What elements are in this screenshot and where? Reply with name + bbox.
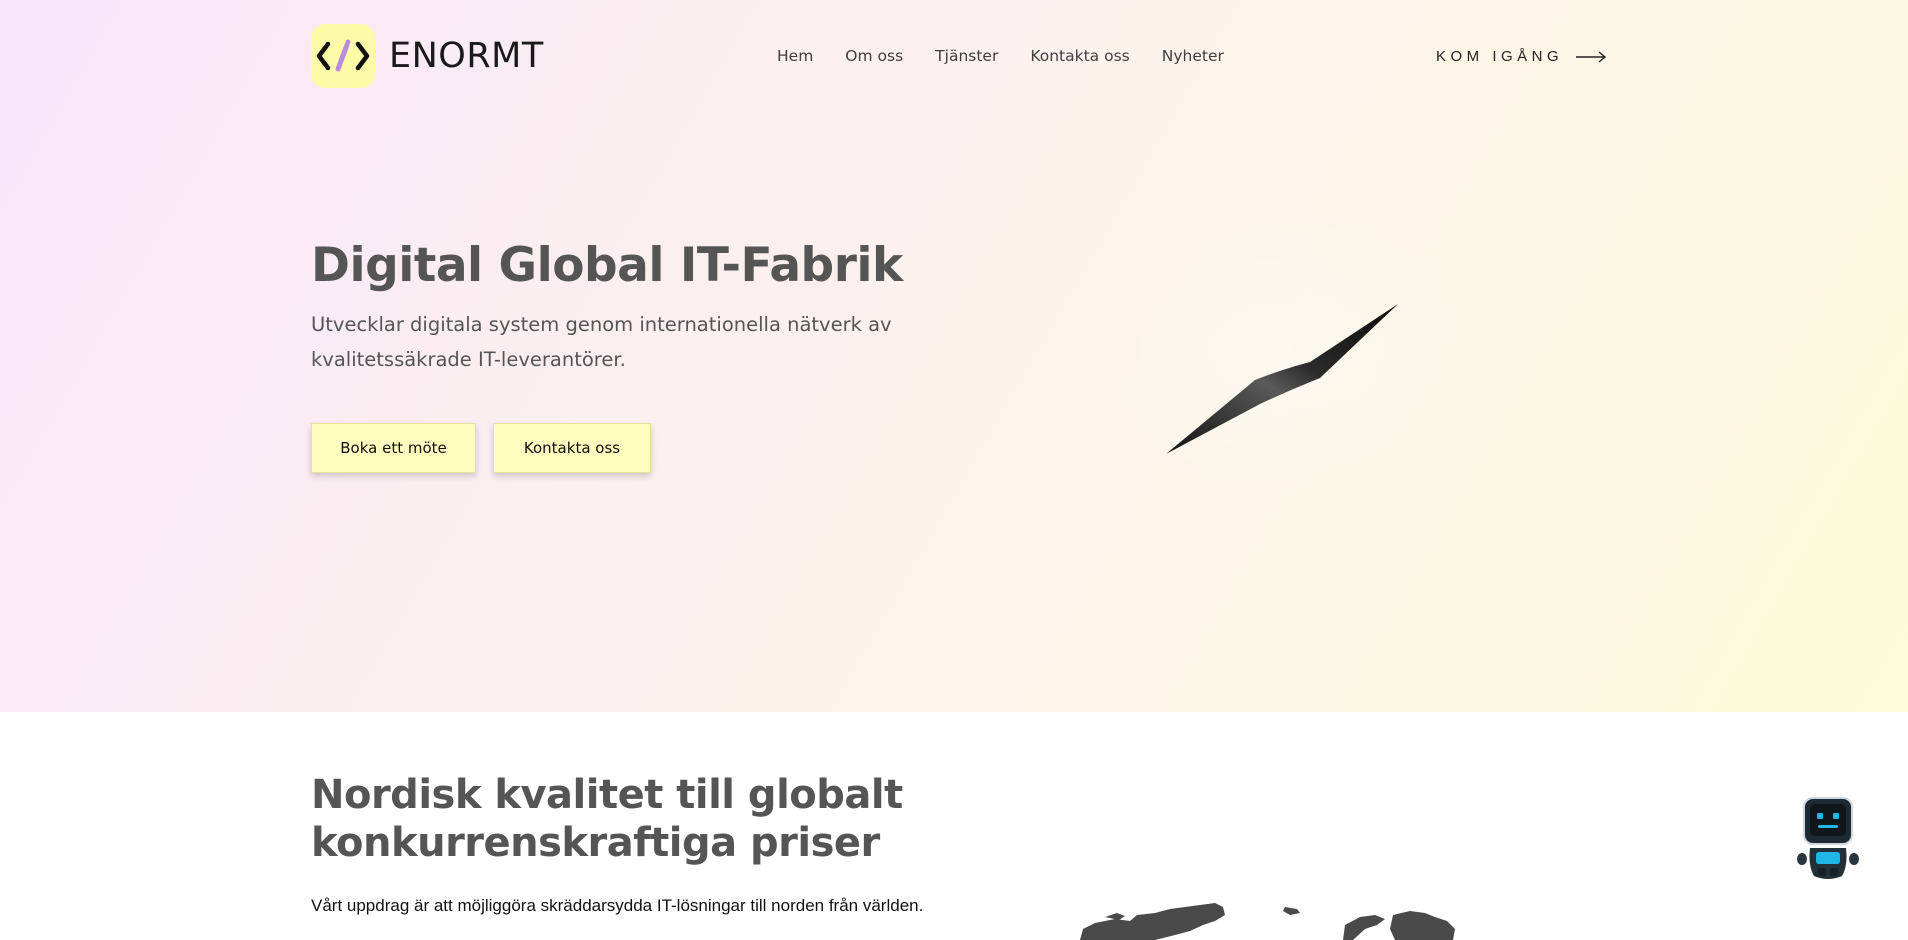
book-meeting-button[interactable]: Boka ett möte	[311, 423, 476, 473]
nav-item-tjanster[interactable]: Tjänster	[935, 47, 998, 65]
brand-name: ENORMT	[389, 36, 544, 76]
world-map	[1080, 903, 1455, 940]
hero-section: ENORMT Hem Om oss Tjänster Kontakta oss …	[0, 0, 1908, 712]
nav-item-hem[interactable]: Hem	[777, 47, 813, 65]
nav-item-kontakta-oss[interactable]: Kontakta oss	[1030, 47, 1129, 65]
hero-subtitle: Utvecklar digitala system genom internat…	[311, 313, 892, 371]
code-pencil-icon	[311, 24, 375, 88]
hero-title: Digital Global IT-Fabrik	[311, 238, 903, 293]
arrow-right-icon	[1576, 50, 1607, 63]
get-started-label: KOM IGÅNG	[1436, 48, 1564, 65]
main-nav: Hem Om oss Tjänster Kontakta oss Nyheter	[777, 47, 1256, 65]
logo[interactable]: ENORMT	[311, 24, 544, 88]
get-started-link[interactable]: KOM IGÅNG	[1436, 48, 1607, 65]
contact-us-button[interactable]: Kontakta oss	[493, 423, 651, 473]
nav-item-nyheter[interactable]: Nyheter	[1162, 47, 1224, 65]
robot-icon[interactable]	[1796, 796, 1860, 882]
section-title: Nordisk kvalitet till globalt konkurrens…	[311, 772, 903, 866]
nav-item-om-oss[interactable]: Om oss	[845, 47, 903, 65]
hero-3d-shape	[1166, 304, 1398, 454]
section-text: Vårt uppdrag är att möjliggöra skräddars…	[311, 896, 924, 915]
